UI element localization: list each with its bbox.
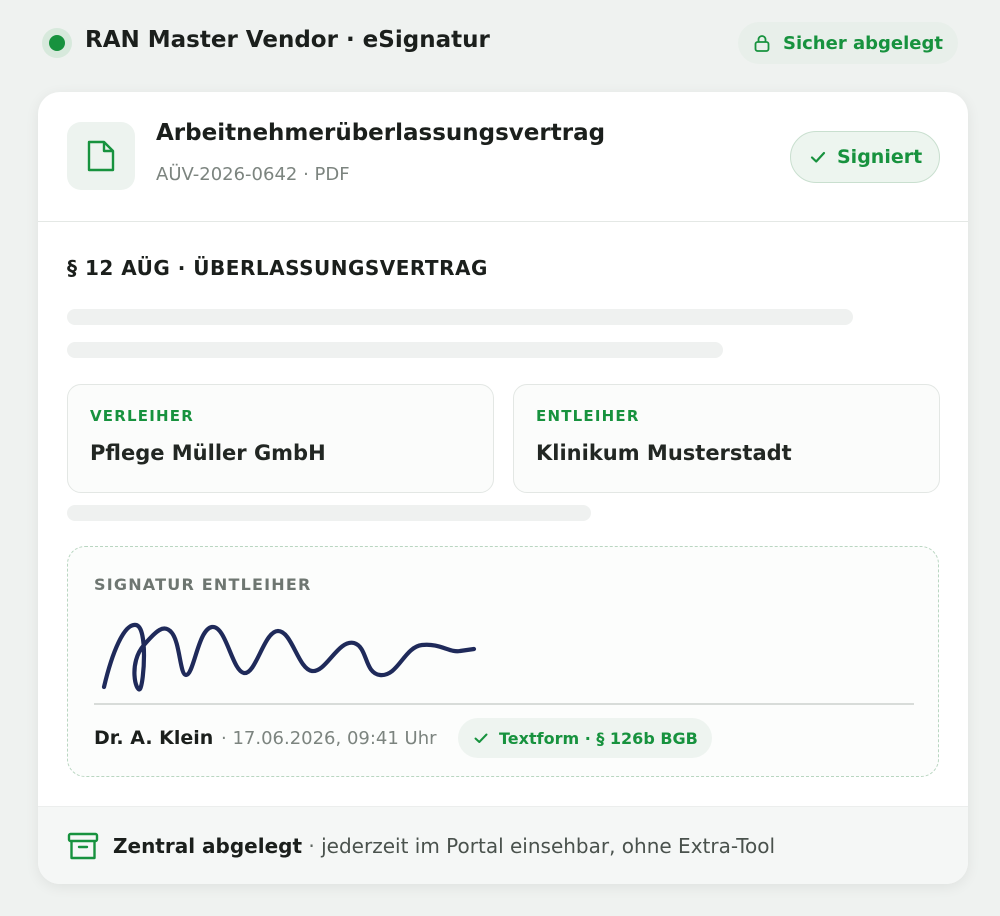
archive-icon — [67, 832, 99, 860]
lock-icon — [754, 35, 770, 52]
top-bar: RAN Master Vendor · eSignatur Sicher abg… — [0, 0, 1000, 84]
textform-label: Textform · § 126b BGB — [499, 728, 698, 748]
document-header: Arbeitnehmerüberlassungsvertrag AÜV-2026… — [38, 92, 968, 222]
archive-text: Zentral abgelegt · jederzeit im Portal e… — [113, 834, 775, 858]
document-icon-box — [67, 122, 135, 190]
status-dot-icon — [49, 35, 65, 51]
signer-name: Dr. A. Klein — [94, 727, 214, 749]
secure-badge: Sicher abgelegt — [738, 22, 958, 64]
archive-text-detail: jederzeit im Portal einsehbar, ohne Extr… — [321, 834, 776, 858]
lender-label: VERLEIHER — [90, 407, 194, 425]
archive-footer: Zentral abgelegt · jederzeit im Portal e… — [38, 806, 968, 884]
checkmark-icon — [474, 733, 488, 743]
signed-status-badge[interactable]: Signiert — [790, 131, 940, 183]
borrower-card: ENTLEIHER Klinikum Musterstadt — [513, 384, 940, 493]
handwritten-signature — [101, 622, 477, 692]
status-indicator — [42, 28, 72, 58]
signature-timestamp: · 17.06.2026, 09:41 Uhr — [221, 728, 437, 749]
archive-text-strong: Zentral abgelegt — [113, 834, 303, 858]
app-title: RAN Master Vendor · eSignatur — [85, 27, 490, 53]
document-icon — [87, 140, 115, 172]
borrower-name: Klinikum Musterstadt — [536, 441, 792, 465]
document-title: Arbeitnehmerüberlassungsvertrag — [156, 120, 606, 146]
text-placeholder-line — [67, 505, 591, 521]
contract-card: Arbeitnehmerüberlassungsvertrag AÜV-2026… — [38, 92, 968, 884]
textform-badge: Textform · § 126b BGB — [458, 718, 712, 758]
archive-text-separator: · — [302, 834, 322, 858]
checkmark-icon — [810, 151, 826, 163]
section-title: § 12 AÜG · ÜBERLASSUNGSVERTRAG — [67, 256, 488, 280]
signed-status-label: Signiert — [837, 146, 923, 168]
secure-badge-label: Sicher abgelegt — [783, 32, 943, 54]
signature-box[interactable]: SIGNATUR ENTLEIHER Dr. A. Klein · 17.06.… — [67, 546, 939, 777]
signature-label: SIGNATUR ENTLEIHER — [94, 575, 312, 594]
signature-line — [94, 703, 914, 705]
text-placeholder-line — [67, 342, 723, 358]
lender-name: Pflege Müller GmbH — [90, 441, 326, 465]
text-placeholder-line — [67, 309, 853, 325]
borrower-label: ENTLEIHER — [536, 407, 640, 425]
lender-card: VERLEIHER Pflege Müller GmbH — [67, 384, 494, 493]
document-reference: AÜV-2026-0642 · PDF — [156, 164, 350, 185]
